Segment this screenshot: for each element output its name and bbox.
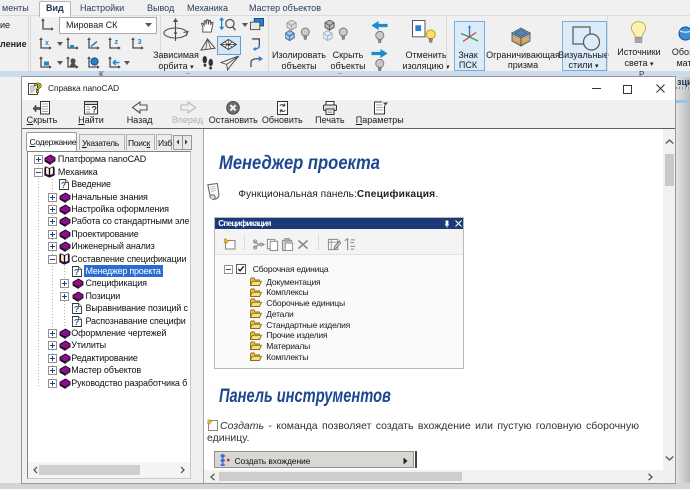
svg-text:3: 3 bbox=[138, 37, 142, 46]
svg-text:z: z bbox=[115, 37, 119, 46]
svg-text:?: ? bbox=[74, 316, 79, 326]
svg-text:x: x bbox=[45, 40, 49, 47]
svg-text:?: ? bbox=[74, 267, 79, 277]
svg-text:?: ? bbox=[92, 105, 98, 115]
svg-text:?: ? bbox=[61, 180, 66, 190]
svg-text:?: ? bbox=[74, 304, 79, 314]
svg-text:?: ? bbox=[34, 80, 43, 96]
